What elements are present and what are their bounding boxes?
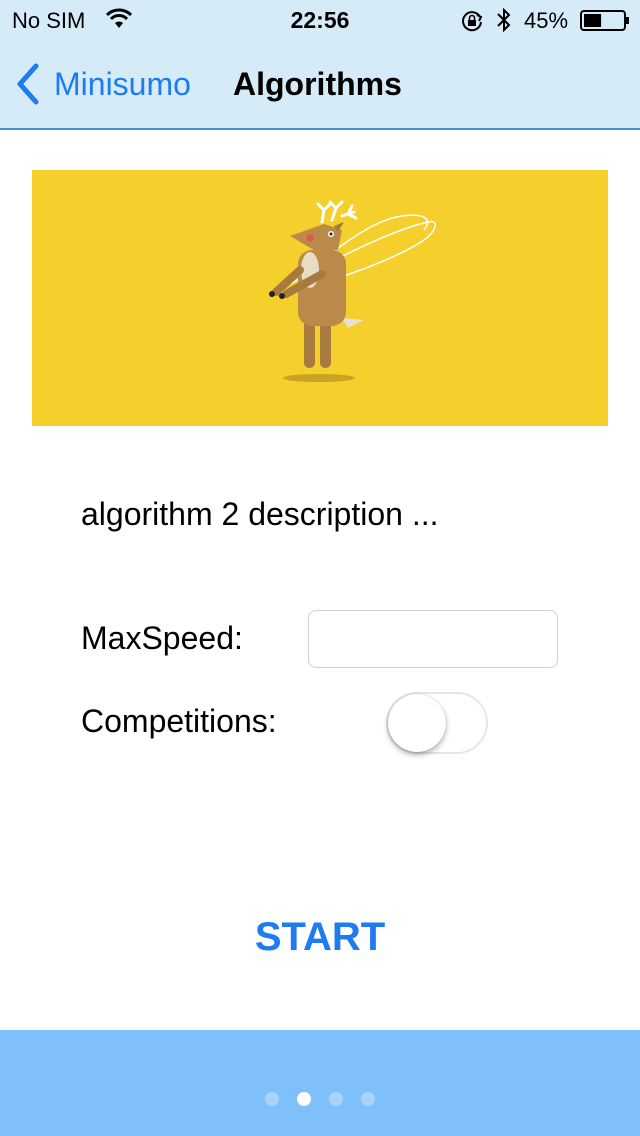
competitions-label: Competitions:: [81, 703, 277, 739]
page-title: Algorithms: [233, 66, 402, 102]
battery-icon: [580, 10, 629, 31]
page-dot[interactable]: [329, 1092, 343, 1106]
algorithm-description: algorithm 2 description ...: [81, 496, 439, 532]
page-control[interactable]: [0, 1092, 640, 1106]
battery-percent-label: 45%: [524, 8, 569, 33]
back-button[interactable]: Minisumo: [14, 60, 191, 108]
navigation-bar: Minisumo Algorithms: [0, 40, 640, 130]
page-dot[interactable]: [265, 1092, 279, 1106]
back-button-label: Minisumo: [54, 65, 191, 102]
start-button[interactable]: START: [0, 914, 640, 961]
algorithm-banner: [32, 170, 608, 426]
app-screen: No SIM 22:56 45% Minisumo Algorithms alg…: [0, 0, 640, 1136]
page-dot[interactable]: [361, 1092, 375, 1106]
bottom-bar: [0, 1030, 640, 1136]
orientation-lock-icon: [462, 11, 483, 32]
deer-jump-rope-illustration: [269, 200, 436, 382]
page-dot[interactable]: [297, 1092, 311, 1106]
max-speed-label: MaxSpeed:: [81, 620, 243, 656]
competitions-toggle[interactable]: [386, 692, 488, 754]
bluetooth-icon: [497, 7, 511, 33]
toggle-knob: [388, 694, 446, 752]
chevron-left-icon: [17, 63, 39, 105]
status-bar: No SIM 22:56 45%: [0, 0, 640, 40]
max-speed-input[interactable]: [308, 610, 558, 668]
